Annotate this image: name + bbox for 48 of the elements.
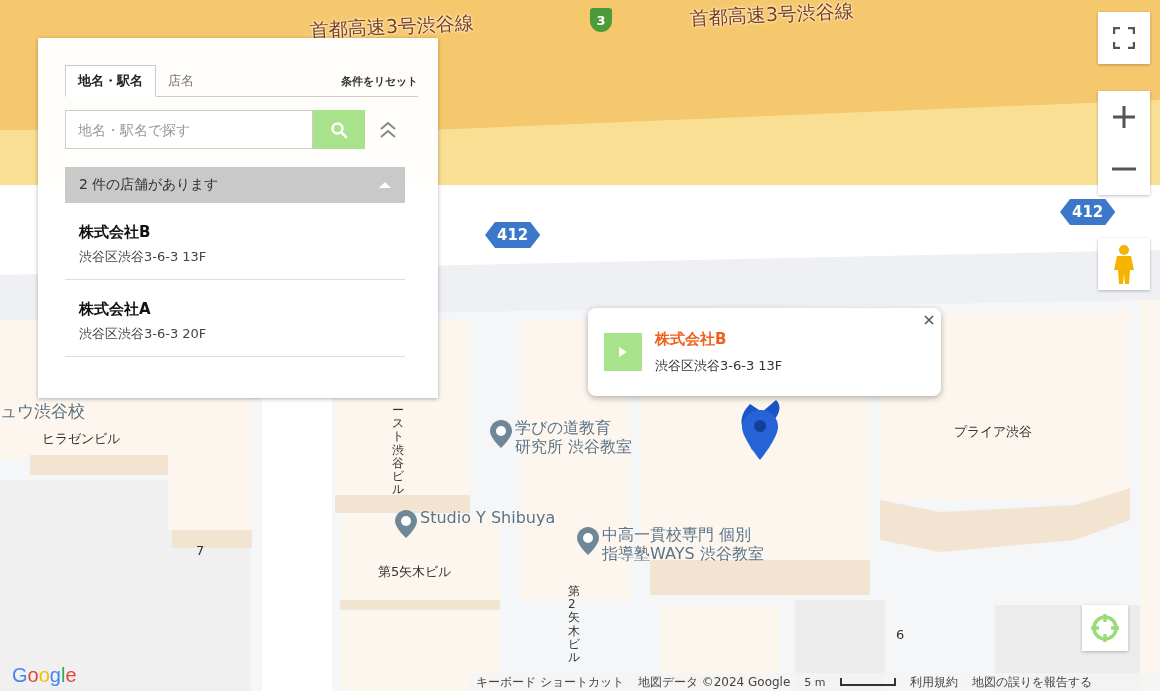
- search-field[interactable]: 地名・駅名で探す: [65, 110, 313, 149]
- footer-link[interactable]: 地図データ ©2024 Google: [637, 673, 791, 691]
- building-label: 7: [196, 543, 205, 558]
- search-icon: [330, 120, 348, 139]
- minus-icon: [1112, 167, 1136, 171]
- fullscreen-button[interactable]: [1098, 12, 1150, 64]
- route-shield: 3: [590, 8, 612, 32]
- place-label: ュウ渋谷校: [0, 400, 85, 423]
- footer-link[interactable]: キーボード ショートカット: [476, 673, 624, 691]
- scale-bar-icon: [839, 678, 896, 686]
- map-pin-icon[interactable]: [740, 400, 782, 462]
- road-name: 首都高速3号渋谷線: [309, 9, 475, 44]
- building-label: ヒラゼンビル: [42, 430, 120, 448]
- building-label: 第5矢木ビル: [378, 563, 452, 581]
- store-name[interactable]: 株式会社B: [79, 223, 391, 242]
- plus-icon: [1112, 105, 1136, 129]
- place-label[interactable]: Studio Y Shibuya: [420, 508, 556, 527]
- place-label[interactable]: 指導塾WAYS 渋谷教室: [602, 544, 764, 563]
- caret-icon: [379, 181, 391, 189]
- person-icon: [1113, 244, 1135, 284]
- building-label: 6: [896, 627, 905, 642]
- collapse-icon[interactable]: [378, 119, 398, 140]
- results-header[interactable]: 2 件の店舗があります: [65, 167, 405, 203]
- place-label[interactable]: 学びの道教育: [515, 418, 611, 437]
- building-label: プライア渋谷: [954, 423, 1032, 441]
- store-address: 渋谷区渋谷3-6-3 20F: [79, 325, 208, 343]
- footer-link[interactable]: 地図の誤りを報告する: [971, 673, 1092, 691]
- place-pin-icon[interactable]: [490, 420, 512, 448]
- building-label: ースト渋谷ビル: [392, 404, 404, 497]
- store-address: 渋谷区渋谷3-6-3 13F: [79, 248, 208, 266]
- place-label[interactable]: 中高一貫校専門 個別: [602, 525, 752, 544]
- close-icon[interactable]: [924, 315, 934, 325]
- search-tab[interactable]: 地名・駅名: [65, 65, 156, 97]
- building-label: 第2矢木ビル: [568, 585, 580, 665]
- zoom-in-button[interactable]: [1098, 91, 1150, 143]
- fullscreen-icon: [1113, 27, 1135, 49]
- place-label[interactable]: 研究所 渋谷教室: [515, 437, 633, 456]
- place-pin-icon[interactable]: [395, 510, 417, 538]
- search-tab[interactable]: 店名: [156, 66, 206, 96]
- play-icon: [618, 346, 628, 358]
- reset-link[interactable]: 条件をリセット: [341, 66, 418, 96]
- road-name: 首都高速3号渋谷線: [689, 0, 855, 32]
- scale-label: 5 m: [804, 675, 826, 689]
- crosshair-icon: [1090, 613, 1120, 643]
- place-pin-icon[interactable]: [577, 527, 599, 555]
- store-name[interactable]: 株式会社A: [79, 300, 391, 319]
- footer-link[interactable]: 利用規約: [909, 673, 958, 691]
- store-address: 渋谷区渋谷3-6-3 13F: [655, 356, 783, 375]
